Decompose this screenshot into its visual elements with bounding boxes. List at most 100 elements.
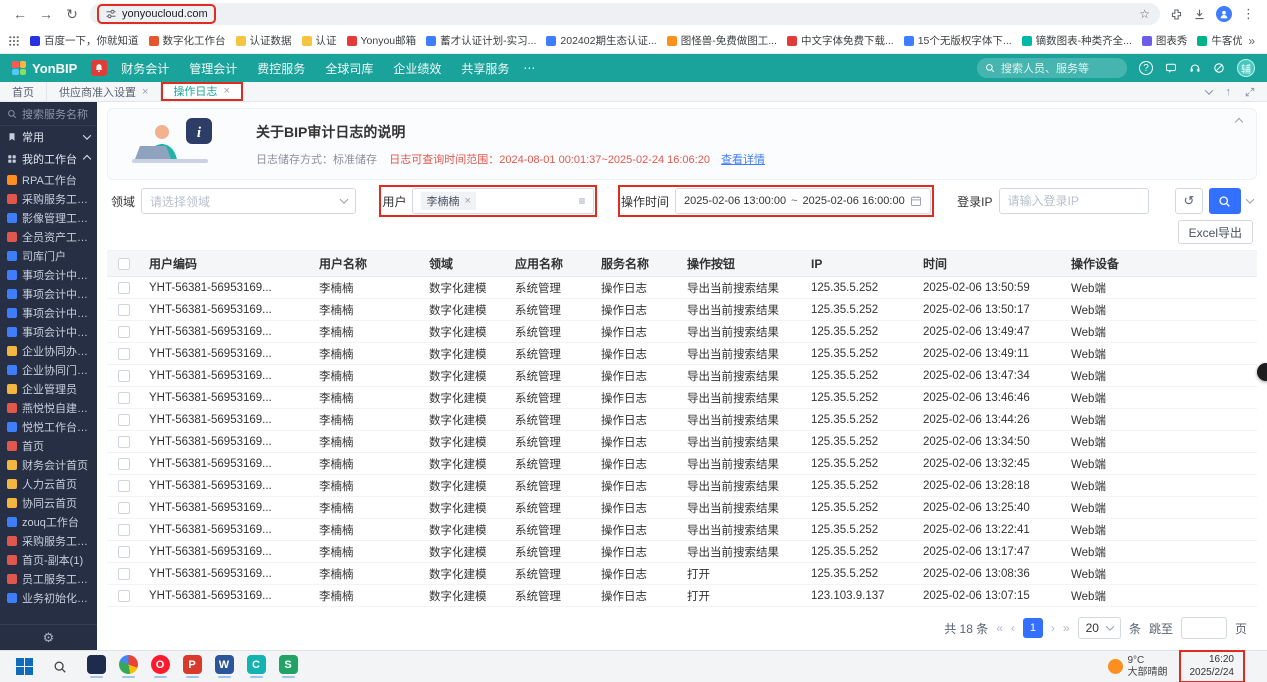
column-header[interactable]: 服务名称 [593, 255, 679, 272]
taskbar-search-button[interactable] [44, 652, 76, 682]
tab-close-icon[interactable]: × [142, 86, 148, 98]
table-row[interactable]: YHT-56381-56953169... 李楠楠 数字化建模 系统管理 操作日… [107, 321, 1257, 343]
taskbar-app-icon[interactable]: C [240, 652, 272, 682]
table-row[interactable]: YHT-56381-56953169... 李楠楠 数字化建模 系统管理 操作日… [107, 343, 1257, 365]
first-page-button[interactable]: « [996, 621, 1003, 635]
table-row[interactable]: YHT-56381-56953169... 李楠楠 数字化建模 系统管理 操作日… [107, 387, 1257, 409]
header-menu-item[interactable]: 企业绩效 [393, 60, 441, 77]
banner-collapse-icon[interactable] [1235, 118, 1243, 126]
sidebar-group-workbench[interactable]: 我的工作台 [0, 148, 97, 170]
sidebar-item[interactable]: 企业管理员 [0, 379, 97, 398]
row-checkbox[interactable] [118, 524, 130, 536]
column-header[interactable]: 操作按钮 [679, 255, 803, 272]
table-row[interactable]: YHT-56381-56953169... 李楠楠 数字化建模 系统管理 操作日… [107, 541, 1257, 563]
view-details-link[interactable]: 查看详情 [721, 154, 765, 166]
ip-input[interactable] [999, 188, 1149, 214]
table-row[interactable]: YHT-56381-56953169... 李楠楠 数字化建模 系统管理 操作日… [107, 365, 1257, 387]
row-checkbox[interactable] [118, 546, 130, 558]
settings-gear-icon[interactable]: ⚙ [43, 630, 55, 646]
site-info-icon[interactable] [105, 8, 117, 20]
current-page[interactable]: 1 [1023, 618, 1043, 638]
header-menu-item[interactable]: 财务会计 [121, 60, 169, 77]
user-picker-icon[interactable]: ≡ [578, 194, 585, 208]
sidebar-item[interactable]: 首页 [0, 436, 97, 455]
jump-page-input[interactable] [1181, 617, 1227, 639]
header-menu-item[interactable]: 全球司库 [325, 60, 373, 77]
row-checkbox[interactable] [118, 326, 130, 338]
table-row[interactable]: YHT-56381-56953169... 李楠楠 数字化建模 系统管理 操作日… [107, 497, 1257, 519]
taskbar-app-icon[interactable]: O [144, 652, 176, 682]
taskbar-app-icon[interactable]: P [176, 652, 208, 682]
feedback-chat-icon[interactable] [1165, 62, 1177, 74]
bookmark-item[interactable]: 蓄才认证计划-实习... [422, 31, 540, 50]
sidebar-item[interactable]: 全员资产工作台 [0, 227, 97, 246]
sidebar-item[interactable]: 燕悦悦自建工... [0, 398, 97, 417]
taskbar-app-icon[interactable] [80, 652, 112, 682]
tab-operation-log[interactable]: 操作日志 × [161, 82, 242, 101]
bookmark-item[interactable]: 认证数据 [232, 31, 296, 50]
row-checkbox[interactable] [118, 480, 130, 492]
column-header[interactable]: 领域 [421, 255, 507, 272]
excel-export-button[interactable]: Excel导出 [1178, 220, 1253, 244]
row-checkbox[interactable] [118, 348, 130, 360]
tab-close-icon[interactable]: × [223, 85, 229, 97]
table-row[interactable]: YHT-56381-56953169... 李楠楠 数字化建模 系统管理 操作日… [107, 563, 1257, 585]
bookmark-item[interactable]: Yonyou邮箱 [343, 31, 421, 50]
tab-home[interactable]: 首页 [0, 82, 47, 101]
header-menu-item[interactable]: 共享服务 [461, 60, 509, 77]
row-checkbox[interactable] [118, 436, 130, 448]
apps-grid-icon[interactable] [8, 35, 20, 47]
sidebar-group-common[interactable]: 常用 [0, 126, 97, 148]
profile-avatar[interactable] [1216, 6, 1232, 22]
bookmark-item[interactable]: 数字化工作台 [145, 31, 230, 50]
row-checkbox[interactable] [118, 304, 130, 316]
sidebar-item[interactable]: RPA工作台 [0, 170, 97, 189]
page-size-select[interactable]: 20 [1078, 617, 1121, 639]
bookmark-item[interactable]: 中文字体免费下载... [783, 31, 898, 50]
sidebar-item[interactable]: 员工服务工作台 [0, 569, 97, 588]
taskbar-app-icon[interactable]: S [272, 652, 304, 682]
assistant-badge[interactable]: 辅 [1237, 59, 1255, 77]
table-row[interactable]: YHT-56381-56953169... 李楠楠 数字化建模 系统管理 操作日… [107, 585, 1257, 607]
download-icon[interactable] [1193, 8, 1206, 21]
browser-menu-icon[interactable]: ⋮ [1242, 6, 1255, 22]
select-all-checkbox[interactable] [118, 258, 130, 270]
sidebar-item[interactable]: 人力云首页 [0, 474, 97, 493]
column-header[interactable]: 应用名称 [507, 255, 593, 272]
time-range-input[interactable]: 2025-02-06 13:00:00 ~ 2025-02-06 16:00:0… [675, 188, 931, 214]
url-bar[interactable]: yonyoucloud.com ☆ [90, 3, 1160, 25]
do-not-disturb-icon[interactable] [1213, 62, 1225, 74]
expand-filters-icon[interactable] [1246, 195, 1254, 203]
next-page-button[interactable]: › [1051, 621, 1055, 635]
start-button[interactable] [8, 652, 40, 682]
last-page-button[interactable]: » [1063, 621, 1070, 635]
sidebar-item[interactable]: 事项会计中台... [0, 284, 97, 303]
headset-support-icon[interactable] [1189, 62, 1201, 74]
search-button[interactable] [1209, 188, 1241, 214]
reset-button[interactable]: ↺ [1175, 188, 1203, 214]
header-more-icon[interactable]: ⋯ [523, 61, 535, 75]
bookmark-item[interactable]: 202402期生态认证... [542, 31, 660, 50]
header-menu-item[interactable]: 管理会计 [189, 60, 237, 77]
row-checkbox[interactable] [118, 568, 130, 580]
sidebar-item[interactable]: 悦悦工作台111 [0, 417, 97, 436]
row-checkbox[interactable] [118, 370, 130, 382]
table-row[interactable]: YHT-56381-56953169... 李楠楠 数字化建模 系统管理 操作日… [107, 277, 1257, 299]
sidebar-item[interactable]: 首页-副本(1) [0, 550, 97, 569]
tag-close-icon[interactable]: × [464, 195, 470, 207]
help-icon[interactable]: ? [1139, 61, 1153, 75]
taskbar-app-icon[interactable] [112, 652, 144, 682]
column-header[interactable]: 时间 [915, 255, 1063, 272]
bookmark-item[interactable]: 牛客优聘_求职/招... [1193, 31, 1242, 50]
arrow-up-icon[interactable]: ↑ [1226, 86, 1232, 98]
sidebar-item[interactable]: 事项会计中台... [0, 265, 97, 284]
sidebar-item[interactable]: 事项会计中台... [0, 322, 97, 341]
row-checkbox[interactable] [118, 458, 130, 470]
tab-supplier-settings[interactable]: 供应商准入设置 × [47, 82, 161, 101]
sidebar-item[interactable]: 协同云首页 [0, 493, 97, 512]
sidebar-item[interactable]: 事项会计中台... [0, 303, 97, 322]
bookmark-item[interactable]: 15个无版权字体下... [900, 31, 1016, 50]
prev-page-button[interactable]: ‹ [1011, 621, 1015, 635]
sidebar-item[interactable]: zouq工作台 [0, 512, 97, 531]
table-row[interactable]: YHT-56381-56953169... 李楠楠 数字化建模 系统管理 操作日… [107, 431, 1257, 453]
